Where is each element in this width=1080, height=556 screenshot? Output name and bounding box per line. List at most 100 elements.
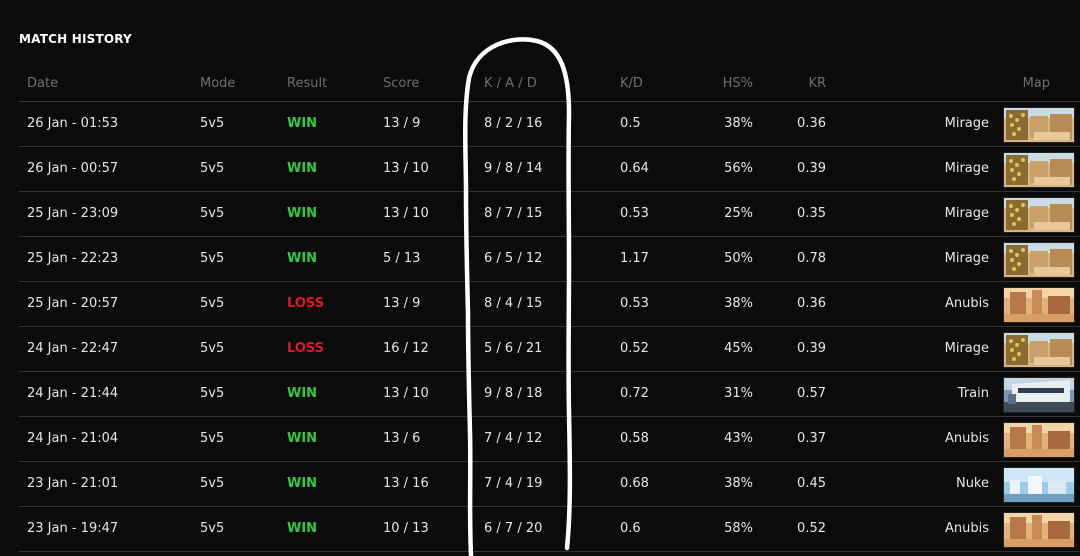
row-hs: 58% (724, 521, 753, 536)
row-date: 24 Jan - 21:44 (27, 386, 119, 401)
row-date: 23 Jan - 21:01 (27, 476, 119, 491)
map-thumbnail (1003, 107, 1075, 143)
table-row[interactable]: 25 Jan - 20:57 5v5 LOSS 13 / 9 8 / 4 / 15 0.5… (19, 282, 1080, 327)
map-thumbnail (1003, 422, 1075, 458)
row-hs: 38% (724, 296, 753, 311)
row-result: WIN (287, 161, 318, 176)
row-kr: 0.39 (797, 161, 826, 176)
col-header-kad[interactable]: K / A / D (484, 76, 537, 91)
row-kr: 0.36 (797, 116, 826, 131)
row-result: LOSS (287, 296, 325, 311)
row-score: 13 / 6 (383, 431, 421, 446)
row-date: 26 Jan - 01:53 (27, 116, 119, 131)
col-header-mode[interactable]: Mode (200, 76, 235, 91)
row-kr: 0.35 (797, 206, 826, 221)
row-map-name: Mirage (944, 116, 989, 131)
col-header-kd[interactable]: K/D (620, 76, 643, 91)
row-score: 16 / 12 (383, 341, 429, 356)
row-result: WIN (287, 386, 318, 401)
row-mode: 5v5 (200, 296, 225, 311)
row-hs: 43% (724, 431, 753, 446)
table-row[interactable]: 26 Jan - 01:53 5v5 WIN 13 / 9 8 / 2 / 16 0.5 3… (19, 102, 1080, 147)
row-result: WIN (287, 521, 318, 536)
row-mode: 5v5 (200, 521, 225, 536)
row-kr: 0.39 (797, 341, 826, 356)
map-thumbnail (1003, 512, 1075, 548)
row-hs: 31% (724, 386, 753, 401)
col-header-map[interactable]: Map (1023, 76, 1050, 91)
table-header: Date Mode Result Score K / A / D K/D HS%… (19, 63, 1080, 102)
row-date: 25 Jan - 20:57 (27, 296, 119, 311)
table-row[interactable]: 24 Jan - 21:04 5v5 WIN 13 / 6 7 / 4 / 12 0.58… (19, 417, 1080, 462)
row-score: 5 / 13 (383, 251, 421, 266)
col-header-date[interactable]: Date (27, 76, 58, 91)
col-header-hs[interactable]: HS% (723, 76, 753, 91)
row-hs: 45% (724, 341, 753, 356)
row-kad: 9 / 8 / 18 (484, 386, 543, 401)
row-date: 25 Jan - 22:23 (27, 251, 119, 266)
col-header-result[interactable]: Result (287, 76, 327, 91)
row-kad: 6 / 7 / 20 (484, 521, 543, 536)
row-kd: 0.53 (620, 206, 649, 221)
match-history-table: Date Mode Result Score K / A / D K/D HS%… (19, 63, 1080, 552)
row-mode: 5v5 (200, 251, 225, 266)
row-kad: 7 / 4 / 12 (484, 431, 543, 446)
row-date: 24 Jan - 21:04 (27, 431, 119, 446)
row-kd: 0.6 (620, 521, 641, 536)
row-map-name: Anubis (944, 521, 989, 536)
row-map-name: Mirage (944, 341, 989, 356)
row-result: WIN (287, 431, 318, 446)
row-kr: 0.52 (797, 521, 826, 536)
map-thumbnail (1003, 287, 1075, 323)
row-kd: 1.17 (620, 251, 649, 266)
col-header-score[interactable]: Score (383, 76, 419, 91)
row-map-name: Train (957, 386, 989, 401)
row-map-name: Nuke (955, 476, 989, 491)
row-kd: 0.68 (620, 476, 649, 491)
row-score: 10 / 13 (383, 521, 429, 536)
row-result: WIN (287, 116, 318, 131)
row-kd: 0.58 (620, 431, 649, 446)
col-header-kr[interactable]: KR (808, 76, 826, 91)
row-map-name: Mirage (944, 161, 989, 176)
table-row[interactable]: 24 Jan - 21:44 5v5 WIN 13 / 10 9 / 8 / 18 0.7… (19, 372, 1080, 417)
map-thumbnail (1003, 377, 1075, 413)
row-score: 13 / 9 (383, 116, 421, 131)
row-kr: 0.36 (797, 296, 826, 311)
row-kd: 0.53 (620, 296, 649, 311)
row-kad: 8 / 2 / 16 (484, 116, 543, 131)
map-thumbnail (1003, 467, 1075, 503)
row-date: 25 Jan - 23:09 (27, 206, 119, 221)
row-mode: 5v5 (200, 341, 225, 356)
row-map-name: Anubis (944, 431, 989, 446)
row-result: LOSS (287, 341, 325, 356)
table-row[interactable]: 23 Jan - 21:01 5v5 WIN 13 / 16 7 / 4 / 19 0.6… (19, 462, 1080, 507)
row-kad: 6 / 5 / 12 (484, 251, 543, 266)
row-mode: 5v5 (200, 206, 225, 221)
row-kr: 0.78 (797, 251, 826, 266)
table-row[interactable]: 24 Jan - 22:47 5v5 LOSS 16 / 12 5 / 6 / 21 0.… (19, 327, 1080, 372)
row-score: 13 / 10 (383, 206, 429, 221)
row-mode: 5v5 (200, 386, 225, 401)
row-kr: 0.45 (797, 476, 826, 491)
row-date: 24 Jan - 22:47 (27, 341, 119, 356)
map-thumbnail (1003, 332, 1075, 368)
table-row[interactable]: 26 Jan - 00:57 5v5 WIN 13 / 10 9 / 8 / 14 0.6… (19, 147, 1080, 192)
row-map-name: Mirage (944, 251, 989, 266)
table-row[interactable]: 23 Jan - 19:47 5v5 WIN 10 / 13 6 / 7 / 20 0.6… (19, 507, 1080, 552)
row-mode: 5v5 (200, 161, 225, 176)
row-hs: 38% (724, 116, 753, 131)
row-kad: 9 / 8 / 14 (484, 161, 543, 176)
row-result: WIN (287, 251, 318, 266)
map-thumbnail (1003, 242, 1075, 278)
row-kd: 0.72 (620, 386, 649, 401)
row-kad: 7 / 4 / 19 (484, 476, 543, 491)
row-date: 26 Jan - 00:57 (27, 161, 119, 176)
row-hs: 50% (724, 251, 753, 266)
table-body: 26 Jan - 01:53 5v5 WIN 13 / 9 8 / 2 / 16 0.5 3… (19, 102, 1080, 552)
row-kad: 8 / 4 / 15 (484, 296, 543, 311)
table-row[interactable]: 25 Jan - 23:09 5v5 WIN 13 / 10 8 / 7 / 15 0.5… (19, 192, 1080, 237)
row-kr: 0.57 (797, 386, 826, 401)
table-row[interactable]: 25 Jan - 22:23 5v5 WIN 5 / 13 6 / 5 / 12 1.17… (19, 237, 1080, 282)
row-mode: 5v5 (200, 431, 225, 446)
